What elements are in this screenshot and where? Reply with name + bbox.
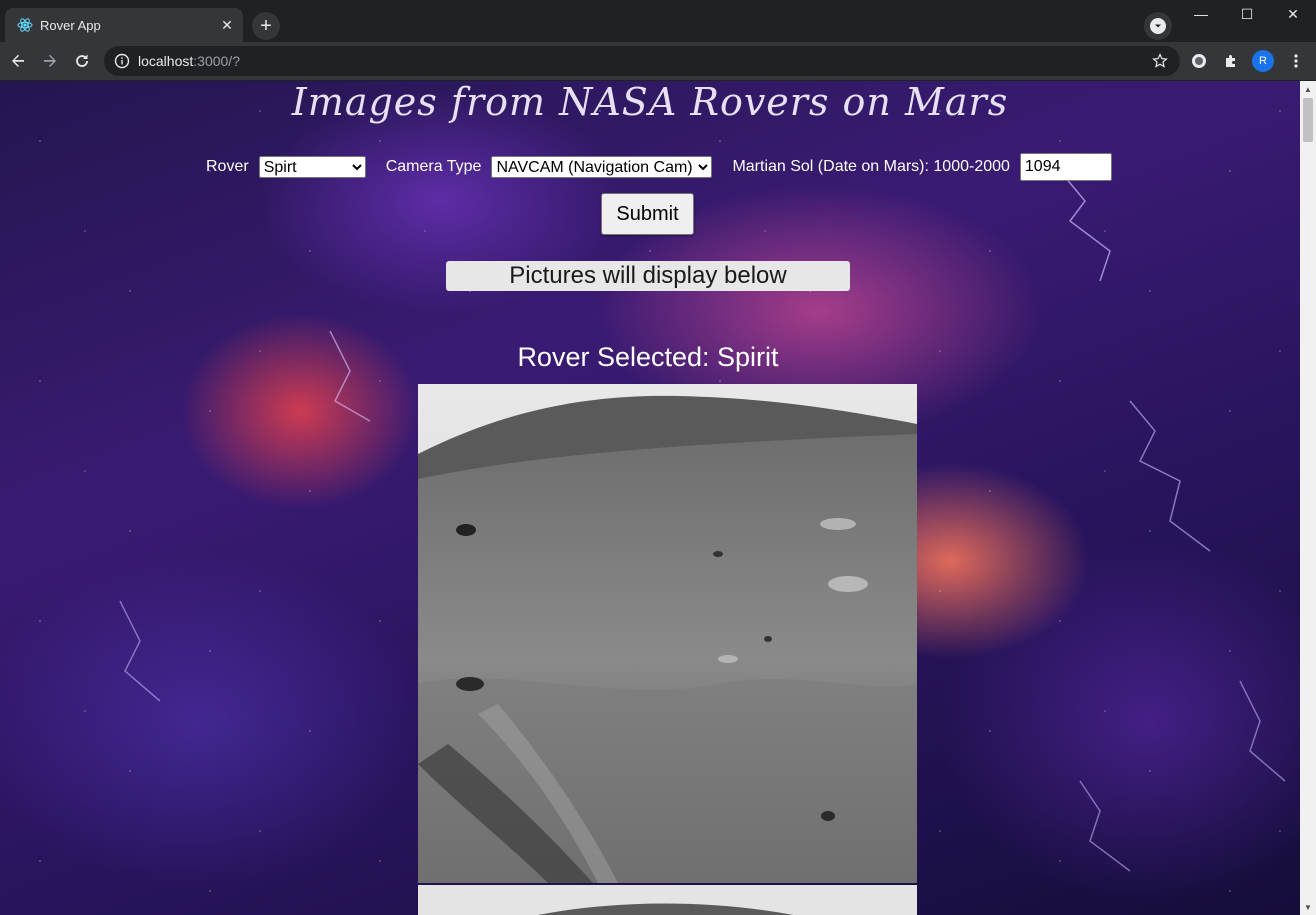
menu-icon[interactable]: [1287, 52, 1305, 70]
page-scrollbar[interactable]: ▲ ▼: [1300, 81, 1316, 915]
maximize-button[interactable]: ☐: [1224, 0, 1270, 28]
page-title: Images from NASA Rovers on Mars: [291, 81, 1009, 124]
pictures-notice: Pictures will display below: [446, 261, 850, 291]
rover-photo: [418, 384, 917, 883]
rover-photo-next: [418, 885, 917, 915]
back-icon[interactable]: [4, 47, 32, 75]
tab-search-button[interactable]: [1144, 12, 1172, 40]
chevron-down-icon: [1150, 18, 1166, 34]
extension-icon[interactable]: [1190, 52, 1208, 70]
url-host: localhost: [138, 53, 194, 69]
reload-icon[interactable]: [68, 47, 96, 75]
react-icon: [17, 17, 33, 33]
scroll-down-arrow-icon[interactable]: ▼: [1300, 899, 1316, 915]
forward-icon[interactable]: [36, 47, 64, 75]
browser-tabstrip: Rover App ✕ + — ☐ ✕: [0, 0, 1316, 42]
martian-sol-input[interactable]: [1019, 153, 1112, 181]
window-close-button[interactable]: ✕: [1270, 0, 1316, 28]
minimize-button[interactable]: —: [1178, 0, 1224, 28]
address-bar[interactable]: localhost:3000/?: [104, 46, 1180, 76]
new-tab-button[interactable]: +: [252, 12, 280, 40]
puzzle-icon[interactable]: [1222, 52, 1240, 70]
search-form: Rover Spirt Camera Type NAVCAM (Navigati…: [206, 152, 1112, 182]
bookmark-star-icon[interactable]: [1152, 53, 1168, 69]
browser-tab[interactable]: Rover App ✕: [5, 8, 243, 42]
browser-toolbar: localhost:3000/? R: [0, 42, 1316, 81]
close-icon[interactable]: ✕: [219, 17, 235, 33]
profile-avatar[interactable]: R: [1252, 50, 1274, 72]
rover-selected-heading: Rover Selected: Spirit: [517, 342, 779, 372]
info-icon[interactable]: [114, 53, 130, 69]
tab-title: Rover App: [40, 17, 101, 33]
scroll-up-arrow-icon[interactable]: ▲: [1300, 81, 1316, 97]
page-viewport: Images from NASA Rovers on Mars Rover Sp…: [0, 81, 1300, 915]
camera-type-select[interactable]: NAVCAM (Navigation Cam): [491, 156, 713, 178]
url-text: localhost:3000/?: [138, 53, 240, 69]
rover-label: Rover: [206, 158, 249, 175]
camera-type-label: Camera Type: [385, 158, 482, 175]
scrollbar-thumb[interactable]: [1303, 98, 1313, 142]
rover-select[interactable]: Spirt: [258, 156, 366, 178]
martian-sol-label: Martian Sol (Date on Mars): 1000-2000: [732, 158, 1010, 175]
url-path: :3000/?: [193, 53, 240, 69]
submit-button[interactable]: Submit: [601, 193, 694, 235]
